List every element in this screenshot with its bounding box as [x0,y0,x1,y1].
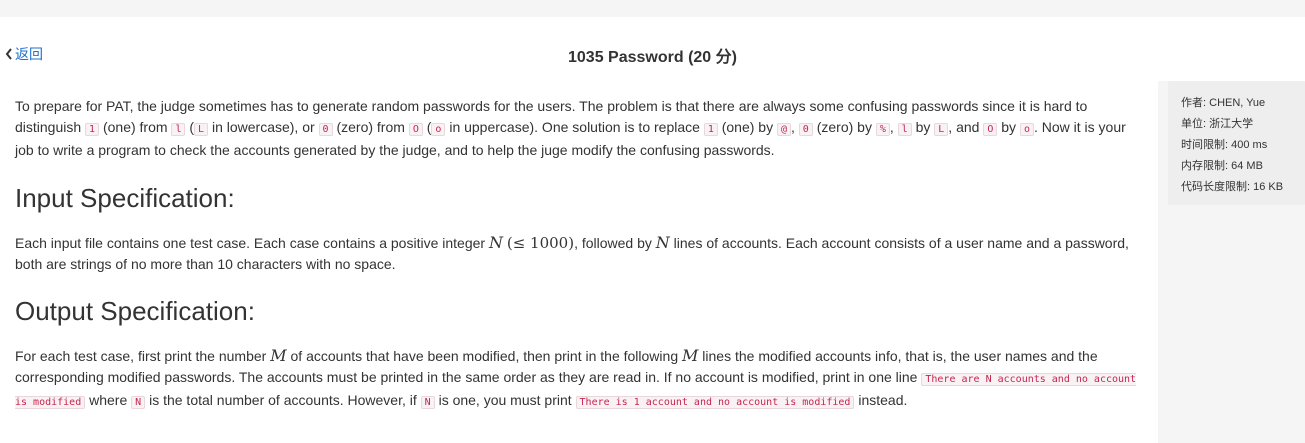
text-segment: (zero) from [332,119,409,135]
meta-row: 时间限制: 400 ms [1181,139,1268,151]
meta-label: 作者 [1181,97,1203,109]
text-segment: , [889,119,898,135]
meta-label: 内存限制 [1181,160,1225,172]
problem-info-panel: 作者: CHEN, Yue 单位: 浙江大学时间限制: 400 ms 内存限制: 6… [1168,81,1305,205]
text-segment: For each test case, first print the numb… [15,348,271,364]
meta-row: 单位: 浙江大学 [1181,118,1254,130]
problem-header: 返回 1035 Password (20 分) [0,17,1305,81]
inline-code: 1 [85,123,100,136]
text-segment: , and [948,119,984,135]
text-segment: by [997,119,1020,135]
output-spec-heading: Output Specification: [15,296,255,326]
math-variable: N [655,233,670,252]
top-strip [0,0,1305,17]
math-variable: M [270,346,287,365]
problem-content: To prepare for PAT, the judge sometimes … [0,81,1158,443]
page-title: 1035 Password (20 分) [568,49,737,66]
output-spec-text: For each test case, first print the numb… [15,345,1145,413]
text-segment: in uppercase). One solution is to replac… [445,119,704,135]
meta-value: 16 KB [1253,181,1284,193]
text-segment: (one) by [717,119,777,135]
inline-code: There is 1 account and no account is mod… [575,396,855,409]
text-segment: instead. [854,392,908,408]
text-segment: Each input file contains one test case. … [15,235,489,251]
text-segment: (one) from [99,119,172,135]
text-segment: where [85,392,132,408]
meta-value: 64 MB [1231,160,1263,172]
text-segment: of accounts that have been modified, the… [286,348,682,364]
text-segment: (zero) by [812,119,876,135]
meta-row: 作者: CHEN, Yue [1181,97,1266,109]
text-segment: by [911,119,935,135]
inline-code: l [171,123,186,136]
problem-description: To prepare for PAT, the judge sometimes … [15,96,1145,161]
meta-value: CHEN, Yue [1209,97,1266,109]
meta-label: 时间限制 [1181,139,1225,151]
text-segment: in lowercase), or [208,119,319,135]
inline-code: 1 [703,123,718,136]
text-segment: , [791,119,799,135]
meta-value: 400 ms [1231,139,1268,151]
inline-code: O [983,123,998,136]
meta-row: 内存限制: 64 MB [1181,160,1263,172]
inline-code: o [1019,123,1034,136]
inline-code: 0 [798,123,813,136]
inline-code: % [875,123,890,136]
inline-code: L [194,123,209,136]
input-spec-text: Each input file contains one test case. … [15,232,1145,275]
inline-code: @ [776,123,792,136]
inline-code: N [420,396,435,409]
inline-code: o [431,123,446,136]
text-segment: is the total number of accounts. However… [145,392,421,408]
input-spec-heading: Input Specification: [15,183,235,213]
inline-code: L [934,123,949,136]
inline-code: O [408,123,423,136]
meta-row: 代码长度限制: 16 KB [1181,181,1284,193]
math-variable: M [682,346,699,365]
meta-value: 浙江大学 [1209,118,1254,130]
text-segment: , followed by [574,235,656,251]
text-segment: is one, you must print [434,392,576,408]
math-variable: N [488,233,503,252]
meta-label: 单位 [1181,118,1203,130]
inline-code: 0 [318,123,333,136]
inline-code: N [131,396,146,409]
text-segment: ( [185,119,195,135]
meta-label: 代码长度限制 [1181,181,1247,193]
math-expression: (≤ 1000) [506,234,575,252]
inline-code: l [897,123,912,136]
